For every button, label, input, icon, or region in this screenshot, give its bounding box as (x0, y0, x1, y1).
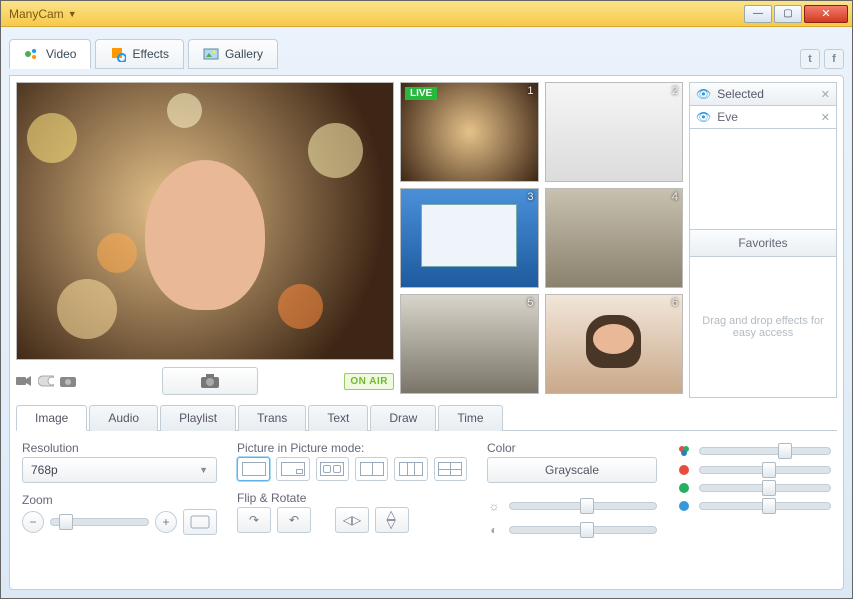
main-preview[interactable] (16, 82, 394, 360)
zoom-out-button[interactable]: − (22, 511, 44, 533)
lower-tab-image[interactable]: Image (16, 405, 87, 431)
resolution-value: 768p (31, 463, 58, 477)
tab-video[interactable]: Video (9, 39, 91, 69)
thumb-number: 5 (527, 297, 533, 309)
tab-label: Effects (132, 47, 168, 61)
snapshot-button[interactable] (162, 367, 258, 395)
tab-gallery[interactable]: Gallery (188, 39, 278, 69)
blue-slider[interactable] (699, 502, 831, 510)
facebook-button[interactable]: f (824, 49, 844, 69)
selected-item-eve[interactable]: 👁 Eve ✕ (689, 106, 837, 129)
brightness-slider[interactable] (509, 502, 657, 510)
color-label: Color (487, 441, 657, 455)
chevron-down-icon: ▼ (68, 9, 77, 19)
thumb-number: 1 (527, 85, 533, 97)
titlebar: ManyCam ▼ — ▢ ✕ (1, 1, 852, 27)
zoom-label: Zoom (22, 493, 217, 507)
source-thumb-4[interactable]: 4 (545, 188, 684, 288)
lower-tab-time[interactable]: Time (438, 405, 502, 431)
zoom-in-button[interactable]: + (155, 511, 177, 533)
eye-icon: 👁 (696, 87, 711, 101)
flip-horizontal-button[interactable]: ◁▷ (335, 507, 369, 533)
thumb-number: 3 (527, 191, 533, 203)
lower-tab-draw[interactable]: Draw (370, 405, 436, 431)
thumb-number: 4 (672, 191, 678, 203)
pip-mode-none[interactable] (237, 457, 270, 481)
zoom-slider[interactable] (50, 518, 149, 526)
app-menu[interactable]: ManyCam ▼ (1, 7, 77, 21)
minimize-button[interactable]: — (744, 5, 772, 23)
flip-label: Flip & Rotate (237, 491, 467, 505)
rotate-ccw-button[interactable]: ↶ (277, 507, 311, 533)
brightness-icon: ☼ (487, 499, 501, 513)
favorites-dropzone[interactable]: Drag and drop effects for easy access (689, 257, 837, 398)
app-title: ManyCam (9, 7, 64, 21)
pip-mode-triple[interactable] (394, 457, 427, 481)
lower-tab-playlist[interactable]: Playlist (160, 405, 236, 431)
twitter-button[interactable]: t (800, 49, 820, 69)
lower-tab-text[interactable]: Text (308, 405, 368, 431)
green-slider[interactable] (699, 484, 831, 492)
blue-icon (677, 501, 691, 511)
flip-vertical-button[interactable]: ◁▷ (375, 507, 409, 533)
green-icon (677, 483, 691, 493)
contrast-slider[interactable] (509, 526, 657, 534)
favorites-header: Favorites (689, 230, 837, 257)
source-thumb-5[interactable]: 5 (400, 294, 539, 394)
grayscale-button[interactable]: Grayscale (487, 457, 657, 483)
source-thumb-6[interactable]: 6 (545, 294, 684, 394)
video-icon (24, 46, 40, 62)
gallery-icon (203, 46, 219, 62)
close-button[interactable]: ✕ (804, 5, 848, 23)
pip-label: Picture in Picture mode: (237, 441, 467, 455)
red-slider[interactable] (699, 466, 831, 474)
selected-label: Selected (717, 87, 764, 101)
selected-header: 👁 Selected ✕ (689, 82, 837, 106)
resolution-label: Resolution (22, 441, 217, 455)
pip-mode-corner[interactable] (276, 457, 309, 481)
tab-effects[interactable]: Effects (95, 39, 183, 69)
contrast-icon: ◐ (487, 523, 501, 537)
camera-icon (200, 373, 220, 389)
red-icon (677, 465, 691, 475)
record-icon[interactable] (16, 374, 32, 388)
live-badge: LIVE (405, 87, 437, 100)
maximize-button[interactable]: ▢ (774, 5, 802, 23)
lower-tab-audio[interactable]: Audio (89, 405, 158, 431)
source-thumb-3[interactable]: 3 (400, 188, 539, 288)
zoom-region-button[interactable] (183, 509, 217, 535)
item-label: Eve (717, 110, 738, 124)
rgb-slider[interactable] (699, 447, 831, 455)
resolution-select[interactable]: 768p ▼ (22, 457, 217, 483)
source-thumb-1[interactable]: LIVE 1 (400, 82, 539, 182)
thumb-number: 2 (672, 85, 678, 97)
lower-tab-trans[interactable]: Trans (238, 405, 306, 431)
eye-icon: 👁 (696, 110, 711, 124)
effects-icon (110, 46, 126, 62)
close-icon[interactable]: ✕ (821, 111, 830, 124)
rotate-cw-button[interactable]: ↷ (237, 507, 271, 533)
source-thumb-2[interactable]: 2 (545, 82, 684, 182)
pip-mode-quad[interactable] (434, 457, 467, 481)
chevron-down-icon: ▼ (199, 465, 208, 475)
tab-label: Video (46, 47, 76, 61)
tab-label: Gallery (225, 47, 263, 61)
rgb-icon (677, 445, 691, 457)
on-air-badge: ON AIR (344, 373, 394, 390)
close-icon[interactable]: ✕ (821, 88, 830, 101)
camera-icon[interactable] (60, 374, 76, 388)
pip-mode-double[interactable] (316, 457, 349, 481)
toggle-icon[interactable] (38, 374, 54, 388)
pip-mode-split-v[interactable] (355, 457, 388, 481)
thumb-number: 6 (672, 297, 678, 309)
